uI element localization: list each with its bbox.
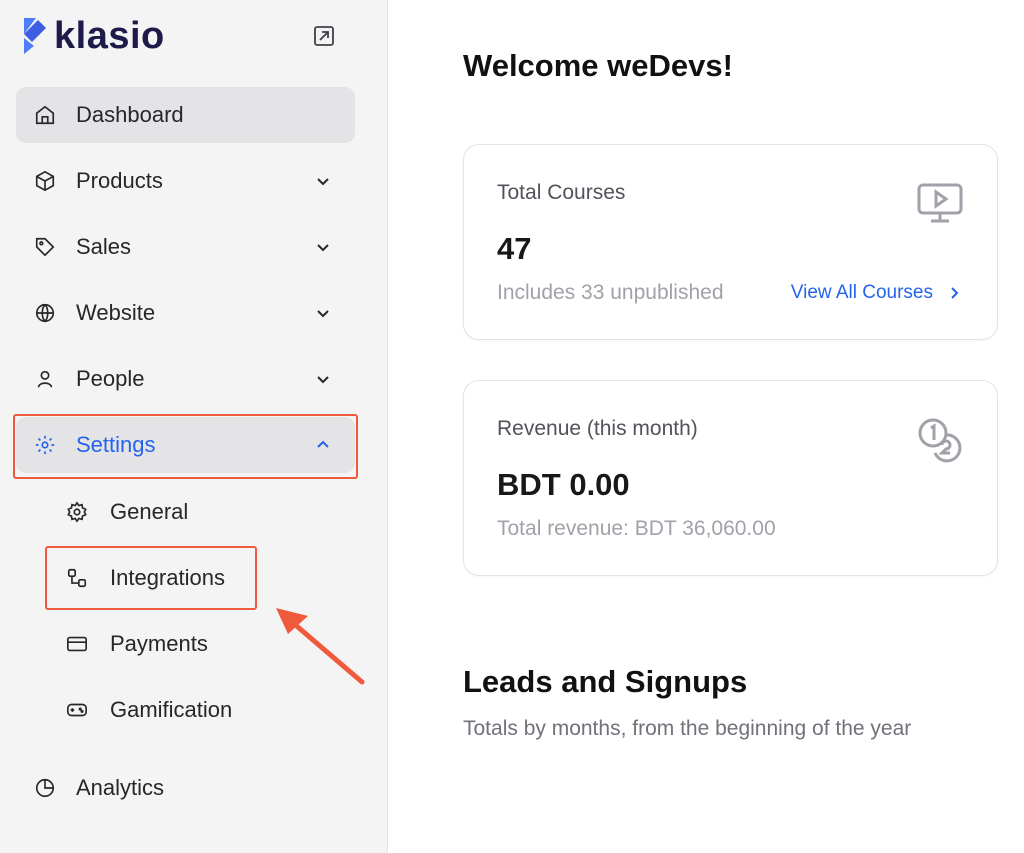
user-icon [32, 366, 58, 392]
leads-section-subtitle: Totals by months, from the beginning of … [463, 717, 912, 740]
open-external-icon[interactable] [310, 22, 338, 50]
chevron-down-icon [311, 235, 335, 259]
annotation-arrow [276, 608, 365, 685]
sidebar-subitem-gamification[interactable]: Gamification [50, 684, 350, 736]
sidebar-subitem-label: General [110, 499, 189, 524]
page-title: Welcome weDevs! [463, 48, 733, 83]
sidebar-item-people[interactable]: People [16, 351, 355, 407]
credit-card-icon [64, 631, 90, 657]
video-icon [915, 179, 965, 229]
sidebar-item-label: Products [76, 168, 163, 193]
sidebar-subitem-label: Gamification [110, 697, 233, 722]
sidebar-item-analytics[interactable]: Analytics [16, 760, 355, 816]
link-label: View All Courses [790, 282, 933, 303]
chevron-up-icon [311, 433, 335, 457]
sidebar-item-settings[interactable]: Settings [16, 417, 355, 473]
sidebar-subitem-label: Integrations [110, 565, 225, 590]
sidebar-item-sales[interactable]: Sales [16, 219, 355, 275]
revenue-card: Revenue (this month) BDT 0.00 Total reve… [463, 380, 998, 576]
card-value: BDT 0.00 [497, 467, 630, 502]
tag-icon [32, 234, 58, 260]
chevron-right-icon [951, 287, 959, 299]
sidebar-item-label: Analytics [76, 775, 165, 800]
integrations-icon [64, 565, 90, 591]
sidebar-item-label: Sales [76, 234, 132, 259]
sidebar-item-website[interactable]: Website [16, 285, 355, 341]
sidebar-subitem-label: Payments [110, 631, 208, 656]
box-icon [32, 168, 58, 194]
gamepad-icon [64, 697, 90, 723]
sidebar-item-label: Dashboard [76, 102, 184, 127]
sidebar-item-label: Website [76, 300, 156, 325]
total-courses-card: Total Courses 47 Includes 33 unpublished… [463, 144, 998, 340]
chevron-down-icon [311, 367, 335, 391]
sidebar-item-dashboard[interactable]: Dashboard [16, 87, 355, 143]
app-name: klasio [54, 14, 165, 57]
card-sub: Total revenue: BDT 36,060.00 [497, 517, 776, 540]
sidebar-item-label: People [76, 366, 145, 391]
globe-icon [32, 300, 58, 326]
card-label: Revenue (this month) [497, 417, 698, 440]
pie-chart-icon [32, 775, 58, 801]
card-value: 47 [497, 231, 532, 266]
sidebar-subitem-general[interactable]: General [50, 486, 350, 538]
sidebar-item-label: Settings [76, 432, 156, 457]
card-label: Total Courses [497, 181, 626, 204]
klasio-logo-icon [22, 16, 48, 56]
sidebar: klasio Dashboard Products Sales Website … [0, 0, 388, 853]
home-icon [32, 102, 58, 128]
card-sub: Includes 33 unpublished [497, 281, 724, 304]
gear-icon [32, 432, 58, 458]
coins-icon [915, 415, 965, 465]
cog-icon [64, 499, 90, 525]
logo[interactable]: klasio [22, 14, 165, 58]
sidebar-subitem-integrations[interactable]: Integrations [50, 552, 350, 604]
chevron-down-icon [311, 301, 335, 325]
leads-section-title: Leads and Signups [463, 664, 748, 699]
chevron-down-icon [311, 169, 335, 193]
view-all-courses-link[interactable]: View All Courses [791, 282, 961, 304]
sidebar-item-products[interactable]: Products [16, 153, 355, 209]
